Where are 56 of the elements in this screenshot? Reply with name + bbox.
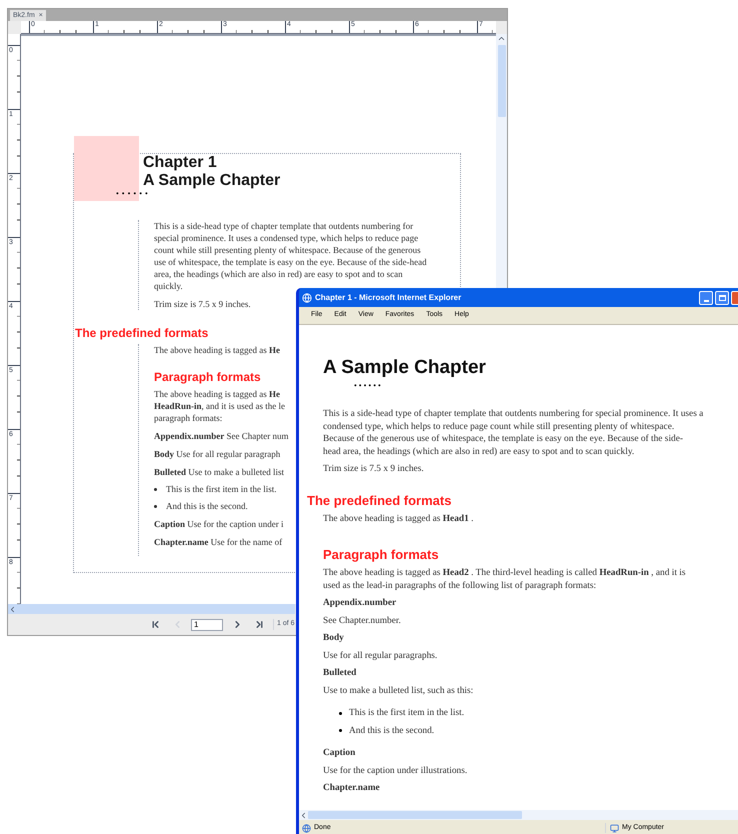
page-number-field[interactable]: 1 (191, 618, 223, 630)
web-paragraph: Use for the caption under illustrations. (323, 764, 468, 777)
format-definition: Bulleted Use to make a bulleted list (154, 466, 285, 478)
scroll-left-icon[interactable] (299, 810, 308, 820)
scroll-left-icon[interactable] (8, 604, 17, 614)
web-paragraph: The above heading is tagged as Head2 . The third-level heading is called HeadRun-in , and it is used as the lead-in paragraphs of the following list of paragraph formats: (323, 567, 687, 592)
bullet-item: This is the first item in the list. (166, 483, 276, 495)
side-heading: The predefined formats (74, 326, 208, 340)
chapter-title: A Sample Chapter (143, 172, 282, 190)
section-heading: Paragraph formats (323, 547, 439, 562)
ruler-ticks-drawing (17, 572, 20, 604)
section-heading: The predefined formats (307, 492, 452, 508)
chapter-number: Chapter 1 (143, 154, 218, 172)
vertical-scrollbar[interactable] (496, 34, 507, 288)
first-page-icon (150, 619, 160, 630)
computer-icon (610, 824, 619, 832)
format-term: Caption (323, 747, 356, 760)
format-definition: Chapter.name Use for the name of (154, 536, 284, 548)
scroll-up-icon[interactable] (497, 34, 506, 43)
bullet-item: And this is the second. (166, 500, 248, 512)
format-definition: Caption Use for the caption under i (154, 518, 284, 530)
format-definition: Body Use for all regular paragraph (154, 448, 282, 460)
body-paragraph: The above heading is tagged as He (154, 344, 281, 356)
window-title: Chapter 1 - Microsoft Internet Explorer (315, 292, 462, 304)
scrollbar-thumb[interactable] (498, 45, 506, 117)
horizontal-scrollbar[interactable] (8, 604, 295, 614)
title-dots: •••••• (354, 382, 383, 390)
maximize-button[interactable] (715, 290, 729, 304)
bullet-item: This is the first item in the list. (349, 707, 464, 720)
bullet-icon (154, 488, 157, 491)
bullet-item: And this is the second. (349, 724, 434, 737)
format-term: Bulleted (323, 667, 356, 680)
web-paragraph: Use for all regular paragraphs. (323, 650, 438, 662)
bullet-icon (339, 712, 342, 715)
format-term: Body (323, 632, 344, 644)
web-paragraph: The above heading is tagged as Head1 . (323, 512, 474, 525)
last-page-icon (254, 619, 264, 630)
format-term: Appendix.number (323, 597, 396, 610)
chapter-dots: •••••• (116, 190, 151, 198)
minimize-button[interactable] (699, 290, 713, 304)
intro-paragraph: This is a side-head type of chapter template that outdents numbering for special prominence. It uses a condensed type, which helps to reduce page count while still presenting plenty of whitespace. Because of the generous use of whitespace, the template is easy on the eye. Because of the side-head area, the headings (which are also in red) are easy to spot and to scan quickly. (154, 220, 427, 292)
web-paragraph: See Chapter.number. (323, 614, 402, 627)
page-title: A Sample Chapter (323, 357, 486, 379)
page-icon (302, 824, 311, 832)
body-paragraph: The above heading is tagged as He HeadRun-in, and it is used as the le paragraph formats: (154, 388, 286, 424)
scrollbar-thumb[interactable] (308, 811, 522, 819)
web-paragraph: This is a side-head type of chapter template that outdents numbering for special prominence. It uses a condensed type, which helps to reduce page count while still presenting plenty of whitespace. Because of the generous use of whitespace, the template is easy on the eye. Because of the side- head area, the headings (which are also in red) are easy to spot and to scan quickly. (323, 408, 704, 458)
section-heading: Paragraph formats (154, 370, 261, 384)
browser-icon (302, 292, 312, 302)
bullet-icon (154, 505, 157, 508)
format-term: Chapter.name (323, 782, 380, 794)
format-definition: Appendix.number See Chapter num (154, 430, 289, 442)
bullet-icon (339, 729, 342, 732)
web-paragraph: Trim size is 7.5 x 9 inches. (323, 463, 425, 476)
horizontal-scrollbar[interactable] (299, 810, 738, 820)
web-paragraph: Use to make a bulleted list, such as this: (323, 684, 474, 697)
